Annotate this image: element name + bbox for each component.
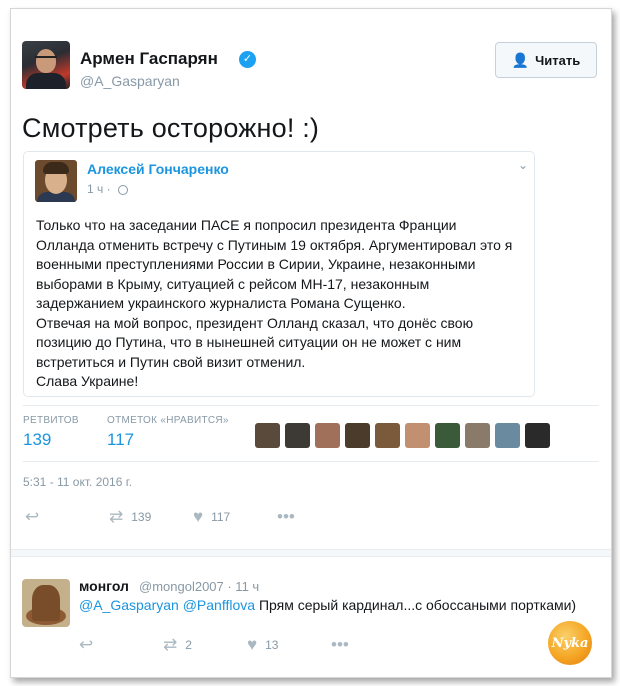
reply-actions: ↩ ⇄ 2 ♥ 13 ••• bbox=[79, 635, 379, 655]
author-name[interactable]: Армен Гаспарян bbox=[80, 49, 218, 69]
quoted-author-avatar bbox=[35, 160, 77, 202]
follow-button[interactable]: 👤 Читать bbox=[495, 42, 597, 78]
quoted-line: Олланда отменить встречу с Путиным 19 ок… bbox=[36, 236, 513, 253]
conversation-divider bbox=[11, 549, 611, 557]
reply-like-count: 13 bbox=[265, 638, 279, 652]
reply-like-button[interactable]: ♥ 13 bbox=[247, 635, 278, 655]
mention-link[interactable]: @Panfflova bbox=[183, 597, 255, 613]
liker-avatar[interactable] bbox=[525, 423, 550, 448]
reply-icon: ↩ bbox=[79, 635, 94, 654]
likes-label: ОТМЕТОК «НРАВИТСЯ» bbox=[107, 415, 229, 426]
reply-icon: ↩ bbox=[25, 507, 40, 526]
liker-avatar[interactable] bbox=[435, 423, 460, 448]
reply-text: @A_Gasparyan @Panfflova Прям серый карди… bbox=[79, 597, 576, 613]
quoted-line: задержанием украинского журналиста Роман… bbox=[36, 295, 406, 311]
quoted-line: Только что на заседании ПАСЕ я попросил … bbox=[36, 217, 457, 233]
quoted-tweet[interactable]: Алексей Гончаренко 1 ч · ⌄ Только что на… bbox=[23, 151, 535, 397]
retweet-icon: ⇄ bbox=[163, 635, 178, 654]
quoted-line: встретиться и Путин свой визит отменил. bbox=[36, 353, 306, 370]
quoted-line: военными преступлениями России в Сирии, … bbox=[36, 256, 476, 272]
liker-avatar[interactable] bbox=[285, 423, 310, 448]
quoted-line: позицию до Путина, что в нынешней ситуац… bbox=[36, 334, 462, 350]
liker-avatar[interactable] bbox=[495, 423, 520, 448]
globe-icon bbox=[117, 184, 128, 195]
follow-label: Читать bbox=[535, 52, 581, 68]
liker-avatar[interactable] bbox=[405, 423, 430, 448]
mention-link[interactable]: @A_Gasparyan bbox=[79, 597, 179, 613]
liker-avatar[interactable] bbox=[375, 423, 400, 448]
retweets-label: РЕТВИТОВ bbox=[23, 415, 79, 426]
liker-avatar[interactable] bbox=[315, 423, 340, 448]
more-icon: ••• bbox=[331, 635, 349, 654]
tweet-screenshot-frame: Армен Гаспарян ✓ @A_Gasparyan 👤 Читать С… bbox=[10, 8, 612, 678]
quoted-line: Отвечая на мой вопрос, президент Олланд … bbox=[36, 314, 474, 331]
stats-divider-bottom bbox=[23, 461, 599, 462]
retweet-icon: ⇄ bbox=[109, 507, 124, 526]
retweet-button[interactable]: ⇄ 139 bbox=[109, 507, 151, 527]
reply-author-name[interactable]: монгол bbox=[79, 578, 129, 594]
like-button[interactable]: ♥ 117 bbox=[193, 507, 230, 527]
quoted-tweet-body: Только что на заседании ПАСЕ я попросил … bbox=[36, 216, 526, 392]
stats-divider-top bbox=[23, 405, 599, 406]
author-avatar[interactable] bbox=[22, 41, 70, 89]
author-handle[interactable]: @A_Gasparyan bbox=[80, 73, 180, 89]
reply-button[interactable]: ↩ bbox=[25, 507, 39, 527]
more-button[interactable]: ••• bbox=[277, 507, 295, 527]
tweet-actions: ↩ ⇄ 139 ♥ 117 ••• bbox=[23, 507, 523, 527]
more-icon: ••• bbox=[277, 507, 295, 526]
quoted-time: 1 ч · bbox=[87, 182, 128, 196]
liker-avatars bbox=[255, 423, 550, 448]
site-watermark-logo: Nyka bbox=[548, 621, 592, 665]
quoted-time-label: 1 ч bbox=[87, 182, 104, 196]
retweet-count: 139 bbox=[131, 510, 152, 524]
quoted-author-name[interactable]: Алексей Гончаренко bbox=[87, 161, 229, 177]
liker-avatar[interactable] bbox=[465, 423, 490, 448]
like-count: 117 bbox=[211, 510, 231, 524]
quoted-line: Слава Украине! bbox=[36, 373, 139, 389]
liker-avatar[interactable] bbox=[345, 423, 370, 448]
reply-body: Прям серый кардинал...с обоссаными портк… bbox=[255, 597, 577, 613]
likes-count[interactable]: 117 bbox=[107, 430, 134, 450]
quoted-line: выборами в Крыму, ситуацией с рейсом MH-… bbox=[36, 275, 430, 292]
reply-retweet-button[interactable]: ⇄ 2 bbox=[163, 635, 192, 655]
reply-reply-button[interactable]: ↩ bbox=[79, 635, 93, 655]
reply-meta[interactable]: @mongol2007 · 11 ч bbox=[139, 579, 259, 594]
verified-icon: ✓ bbox=[239, 51, 256, 68]
tweet-timestamp[interactable]: 5:31 - 11 окт. 2016 г. bbox=[23, 475, 132, 489]
liker-avatar[interactable] bbox=[255, 423, 280, 448]
reply-retweet-count: 2 bbox=[185, 638, 192, 652]
retweets-count[interactable]: 139 bbox=[23, 430, 51, 450]
reply-more-button[interactable]: ••• bbox=[331, 635, 349, 655]
tweet-text: Смотреть осторожно! :) bbox=[22, 113, 320, 143]
add-user-icon: 👤 bbox=[511, 51, 530, 68]
heart-icon: ♥ bbox=[193, 507, 204, 526]
chevron-down-icon[interactable]: ⌄ bbox=[518, 158, 528, 172]
heart-icon: ♥ bbox=[247, 635, 258, 654]
reply-author-avatar[interactable] bbox=[22, 579, 70, 627]
